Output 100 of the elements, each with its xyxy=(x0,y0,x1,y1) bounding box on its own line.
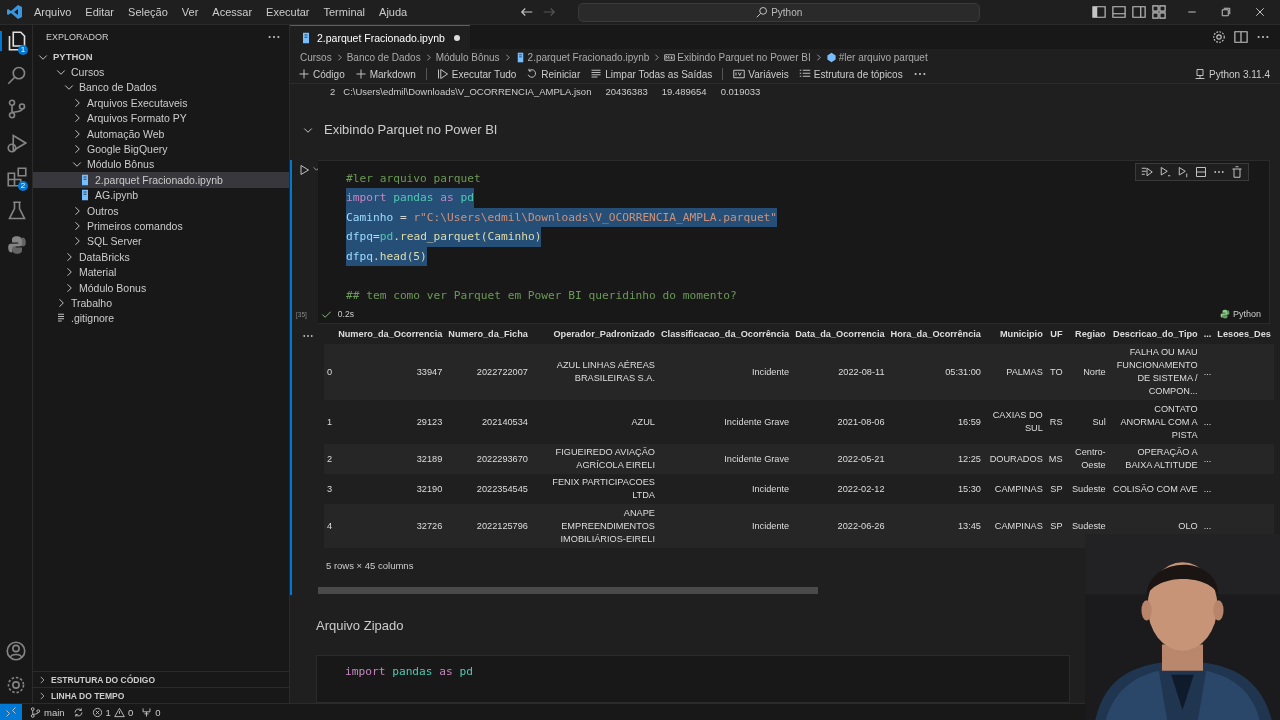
sidebar-layout-icon[interactable] xyxy=(1092,5,1106,19)
run-below-icon[interactable] xyxy=(1177,165,1189,178)
delete-icon[interactable] xyxy=(1231,165,1243,178)
tree-item[interactable]: Google BigQuery xyxy=(33,141,289,157)
run-above-icon[interactable] xyxy=(1159,165,1171,178)
toolbar-button[interactable]: Executar Tudo xyxy=(436,68,517,80)
branch-button[interactable]: main xyxy=(30,706,65,718)
table-cell: ... xyxy=(1200,400,1215,445)
tree-item[interactable]: .gitignore xyxy=(33,310,289,327)
table-cell: 16:59 xyxy=(887,400,984,445)
table-cell: AZUL LINHAS AÉREAS BRASILEIRAS S.A. xyxy=(530,344,658,401)
menu-item[interactable]: Seleção xyxy=(121,6,175,18)
account-icon[interactable] xyxy=(6,641,26,661)
breadcrumb[interactable]: Cursos xyxy=(300,51,332,63)
breadcrumb[interactable]: Módulo Bônus xyxy=(435,51,500,63)
ports-button[interactable]: 0 xyxy=(141,706,161,718)
breadcrumb[interactable]: 2.parquet Fracionado.ipynb xyxy=(514,51,650,63)
restore-icon[interactable] xyxy=(1220,6,1232,18)
sync-icon[interactable] xyxy=(72,706,84,718)
menu-item[interactable]: Terminal xyxy=(316,6,373,18)
menu-item[interactable]: Editar xyxy=(78,6,122,18)
collapsed-section[interactable]: ESTRUTURA DO CÓDIGO xyxy=(33,671,289,687)
editor-tab[interactable]: 2.parquet Fracionado.ipynb xyxy=(290,25,470,49)
back-arrow-icon[interactable] xyxy=(520,5,535,19)
problems-button[interactable]: 1 0 xyxy=(91,706,134,718)
menu-item[interactable]: Executar xyxy=(259,6,317,18)
menu-item[interactable]: Ver xyxy=(174,6,206,18)
output-text: 20436383 xyxy=(605,86,648,98)
panel-layout-icon[interactable] xyxy=(1112,5,1126,19)
settings-icon[interactable] xyxy=(6,675,26,695)
run-by-line-icon[interactable] xyxy=(1141,165,1153,178)
table-cell: FENIX PARTICIPACOES LTDA xyxy=(530,474,658,505)
secondary-sidebar-icon[interactable] xyxy=(1132,5,1146,19)
tree-item[interactable]: Trabalho xyxy=(33,295,289,311)
tree-item[interactable]: PYTHON xyxy=(33,49,289,65)
notebook-file-icon xyxy=(79,189,91,202)
table-cell: Incidente xyxy=(658,344,793,401)
toolbar-button[interactable]: Código xyxy=(298,68,345,80)
table-cell: FIGUEIREDO AVIAÇÃO AGRÍCOLA EIRELI xyxy=(530,444,658,475)
split-editor-icon[interactable] xyxy=(1234,30,1248,44)
kernel-picker[interactable]: Python 3.11.4 xyxy=(1194,68,1270,80)
ports-icon xyxy=(141,706,153,718)
output-text: 2 xyxy=(330,86,336,98)
tree-item[interactable]: Material xyxy=(33,264,289,280)
menu-item[interactable]: Acessar xyxy=(205,6,260,18)
breadcrumb[interactable]: #ler arquivo parquet xyxy=(825,51,928,63)
column-header: Lesoes_Des xyxy=(1214,324,1274,345)
tree-item[interactable]: Primeiros comandos xyxy=(33,218,289,234)
menu-item[interactable]: Ajuda xyxy=(372,6,415,18)
column-header: Classificacao_da_Ocorrência xyxy=(658,324,793,345)
run-debug-icon[interactable] xyxy=(7,133,27,153)
tree-item[interactable]: Cursos xyxy=(33,64,289,80)
toolbar-button[interactable]: Markdown xyxy=(354,68,416,80)
settings-icon[interactable] xyxy=(1212,30,1226,44)
tree-item[interactable]: 2.parquet Fracionado.ipynb xyxy=(33,172,289,188)
section-heading: Arquivo Zipado xyxy=(316,617,404,633)
remote-button[interactable] xyxy=(0,704,22,720)
files-icon[interactable] xyxy=(7,31,27,51)
cell-icon xyxy=(825,51,837,63)
column-header: UF xyxy=(1045,324,1066,345)
table-cell: Centro-Oeste xyxy=(1065,444,1109,475)
tree-item[interactable]: Arquivos Executaveis xyxy=(33,95,289,111)
table-cell: 2022-06-26 xyxy=(792,504,888,549)
breadcrumb[interactable]: Banco de Dados xyxy=(346,51,421,63)
split-cell-icon[interactable] xyxy=(1195,165,1207,178)
tree-item[interactable]: SQL Server xyxy=(33,233,289,250)
flask-icon[interactable] xyxy=(7,201,27,221)
customize-layout-icon[interactable] xyxy=(1152,5,1166,19)
run-cell-icon[interactable] xyxy=(298,163,310,176)
editor-logo-icon[interactable] xyxy=(7,4,23,20)
command-search-field[interactable]: Python xyxy=(578,2,981,22)
source-control-icon[interactable] xyxy=(7,99,27,119)
chevron-right-icon xyxy=(37,674,47,685)
table-cell: 15:30 xyxy=(887,474,984,505)
tree-item[interactable]: Automação Web xyxy=(33,125,289,142)
toolbar-button[interactable]: Reiniciar xyxy=(526,68,581,80)
toolbar-button[interactable]: Variáveis xyxy=(733,68,789,80)
tree-item[interactable]: AG.ipynb xyxy=(33,187,289,203)
tree-item[interactable]: Banco de Dados xyxy=(33,79,289,96)
tree-item[interactable]: Módulo Bônus xyxy=(33,156,289,173)
menu-item[interactable]: Arquivo xyxy=(27,6,79,18)
tree-item[interactable]: DataBricks xyxy=(33,249,289,265)
python-icon[interactable] xyxy=(7,235,27,255)
table-cell: 2022-02-12 xyxy=(792,474,888,505)
breadcrumb[interactable]: Exibindo Parquet no Power BI xyxy=(664,51,811,63)
section-heading: Exibindo Parquet no Power BI xyxy=(324,122,498,138)
language-button[interactable]: Python xyxy=(1219,309,1261,320)
tree-item[interactable]: Módulo Bonus xyxy=(33,279,289,296)
search-icon[interactable] xyxy=(7,65,27,85)
extensions-icon[interactable] xyxy=(7,167,27,187)
tree-item[interactable]: Outros xyxy=(33,202,289,219)
toolbar-button[interactable]: Estrutura de tópicos xyxy=(798,68,903,80)
tree-item[interactable]: Arquivos Formato PY xyxy=(33,110,289,126)
scrollbar-thumb[interactable] xyxy=(318,587,818,595)
close-icon[interactable] xyxy=(1254,6,1266,18)
output-text: 0.019033 xyxy=(720,86,761,98)
column-header: Regiao xyxy=(1065,324,1109,345)
toolbar-button[interactable]: Limpar Todas as Saídas xyxy=(590,68,713,80)
output-text: 19.489654 xyxy=(661,86,707,98)
code-cell[interactable]: import pandas as pd xyxy=(316,655,1070,703)
